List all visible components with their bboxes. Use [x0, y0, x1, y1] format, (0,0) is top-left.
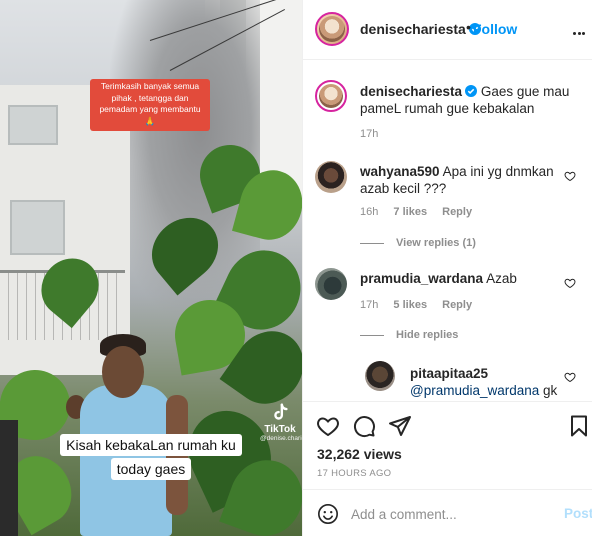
- video-caption-line-2: today gaes: [110, 458, 192, 480]
- post-side-panel: denisechariesta • Follow denisechariesta…: [302, 0, 592, 536]
- header-separator: •: [466, 19, 471, 35]
- tiktok-watermark: TikTok @denise.chariesta: [260, 402, 302, 442]
- comment-icon[interactable]: [352, 414, 376, 438]
- comments-list[interactable]: denisechariesta Gaes gue mau pameL rumah…: [303, 61, 592, 401]
- comment-avatar[interactable]: [315, 161, 347, 193]
- comment-likes[interactable]: 7 likes: [393, 206, 427, 218]
- share-icon[interactable]: [388, 414, 412, 438]
- tiktok-label: TikTok: [264, 424, 296, 435]
- hide-replies-toggle[interactable]: Hide replies: [360, 329, 458, 341]
- post-media[interactable]: Terimkasih banyak semua pihak , tetangga…: [0, 0, 302, 536]
- add-comment-bar: Post: [303, 489, 592, 536]
- comment-username[interactable]: wahyana590: [360, 164, 440, 179]
- comment-like-heart-icon[interactable]: [564, 277, 576, 289]
- verified-badge-icon: [465, 85, 478, 97]
- overlay-thanks-text: Terimkasih banyak semua pihak , tetangga…: [90, 79, 210, 131]
- comment-time: 16h: [360, 206, 379, 218]
- header-username[interactable]: denisechariesta: [360, 21, 481, 37]
- reply-button[interactable]: Reply: [442, 206, 472, 218]
- post-header: denisechariesta • Follow: [303, 0, 592, 60]
- reply-button[interactable]: Reply: [442, 299, 472, 311]
- reply-text: gk: [539, 383, 558, 398]
- comment-like-heart-icon[interactable]: [564, 170, 576, 182]
- reply-like-heart-icon[interactable]: [564, 371, 576, 383]
- video-caption-line-1: Kisah kebakaLan rumah ku: [60, 434, 242, 456]
- post-timestamp[interactable]: 17 HOURS AGO: [317, 468, 391, 479]
- bookmark-icon[interactable]: [567, 414, 591, 438]
- comment-text: Azab: [486, 271, 517, 286]
- reply-mention[interactable]: @pramudia_wardana: [410, 383, 539, 398]
- reply-item: pitaapitaa25 @pramudia_wardana gk: [410, 365, 560, 399]
- person-head: [102, 346, 144, 398]
- header-avatar[interactable]: [315, 12, 349, 46]
- person-left-edge: [0, 420, 18, 536]
- heart-icon[interactable]: [316, 414, 340, 438]
- follow-button[interactable]: Follow: [473, 21, 517, 37]
- comment-time: 17h: [360, 299, 379, 311]
- comment-likes[interactable]: 5 likes: [393, 299, 427, 311]
- comment-avatar[interactable]: [315, 268, 347, 300]
- tiktok-username: @denise.chariesta: [260, 435, 302, 442]
- tiktok-logo-icon: [269, 402, 291, 424]
- video-caption: Kisah kebakaLan rumah ku today gaes: [51, 434, 251, 482]
- add-comment-input[interactable]: [351, 503, 541, 525]
- emoji-icon[interactable]: [317, 503, 339, 525]
- caption-avatar[interactable]: [315, 80, 347, 112]
- post-caption: denisechariesta Gaes gue mau pameL rumah…: [360, 83, 575, 117]
- comment-username[interactable]: pramudia_wardana: [360, 271, 483, 286]
- caption-username[interactable]: denisechariesta: [360, 84, 462, 99]
- post-button[interactable]: Post: [564, 506, 592, 521]
- more-options-icon[interactable]: [573, 22, 587, 38]
- view-replies-toggle[interactable]: View replies (1): [360, 237, 476, 249]
- post-actions: 32,262 views 17 HOURS AGO: [303, 401, 592, 489]
- reply-username[interactable]: pitaapitaa25: [410, 366, 488, 381]
- reply-avatar[interactable]: [365, 361, 395, 391]
- views-count[interactable]: 32,262 views: [317, 446, 402, 462]
- comment-meta: 17h 5 likes Reply: [360, 299, 484, 311]
- caption-meta: 17h: [360, 128, 390, 140]
- comment-meta: 16h 7 likes Reply: [360, 206, 484, 218]
- comment-item: pramudia_wardana Azab: [360, 270, 560, 287]
- comment-item: wahyana590 Apa ini yg dnmkan azab kecil …: [360, 163, 560, 197]
- caption-time: 17h: [360, 128, 379, 140]
